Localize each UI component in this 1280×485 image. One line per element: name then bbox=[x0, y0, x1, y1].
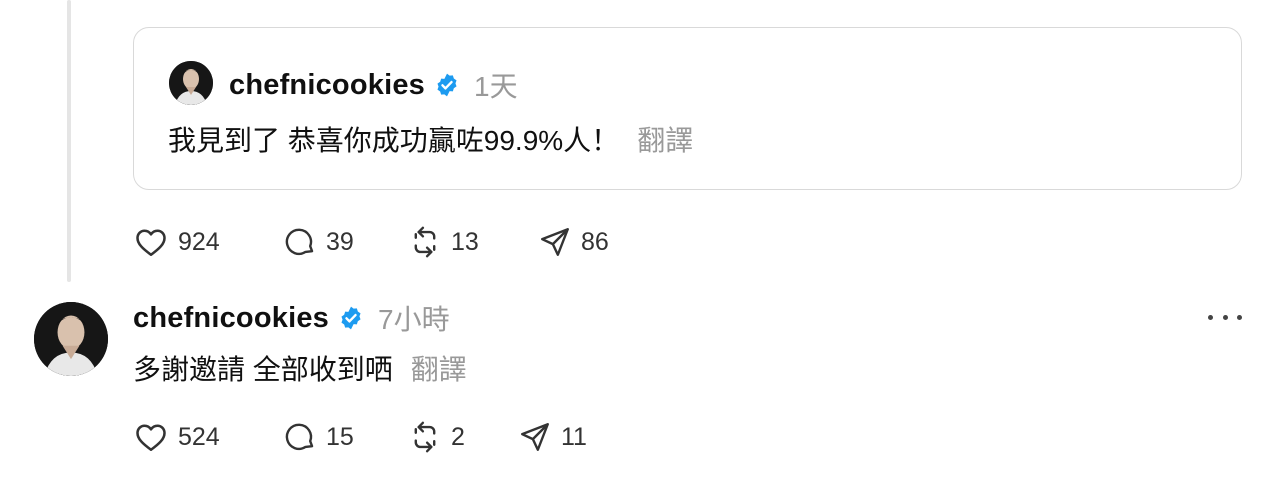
reply-actions: 524 15 2 11 bbox=[133, 419, 587, 455]
repost-count: 13 bbox=[451, 227, 479, 256]
reply-username[interactable]: chefnicookies bbox=[133, 302, 329, 335]
reply-avatar[interactable] bbox=[34, 302, 108, 376]
comment-button[interactable]: 39 bbox=[283, 225, 408, 259]
reply-text: 多謝邀請 全部收到哂 bbox=[133, 354, 393, 385]
quoted-post-avatar[interactable] bbox=[169, 61, 213, 105]
quoted-post-time[interactable]: 1天 bbox=[474, 65, 518, 105]
avatar-image bbox=[34, 302, 108, 376]
verified-badge-icon bbox=[434, 72, 460, 98]
heart-icon bbox=[133, 224, 169, 260]
thread-line bbox=[67, 0, 71, 282]
repost-icon bbox=[408, 225, 442, 259]
repost-button[interactable]: 2 bbox=[408, 420, 518, 454]
more-dot bbox=[1237, 314, 1242, 320]
send-icon bbox=[538, 225, 572, 259]
heart-icon bbox=[133, 419, 169, 455]
comment-button[interactable]: 15 bbox=[283, 420, 408, 454]
parent-post-actions: 924 39 13 86 bbox=[133, 224, 609, 260]
more-options-icon[interactable] bbox=[1208, 306, 1242, 328]
quoted-post-card[interactable]: chefnicookies 1天 我見到了 恭喜你成功贏咗99.9%人！ 翻譯 bbox=[133, 27, 1242, 190]
like-button[interactable]: 924 bbox=[133, 224, 283, 260]
quoted-post-text-row: 我見到了 恭喜你成功贏咗99.9%人！ 翻譯 bbox=[168, 119, 693, 159]
quoted-post-header: chefnicookies 1天 bbox=[229, 65, 518, 105]
repost-count: 2 bbox=[451, 422, 465, 451]
verified-badge-icon bbox=[338, 305, 364, 331]
reply-time[interactable]: 7小時 bbox=[378, 298, 450, 338]
like-count: 524 bbox=[178, 422, 220, 451]
comment-count: 39 bbox=[326, 227, 354, 256]
comment-count: 15 bbox=[326, 422, 354, 451]
reply-text-row: 多謝邀請 全部收到哂 翻譯 bbox=[133, 348, 467, 388]
quoted-post-translate-link[interactable]: 翻譯 bbox=[637, 125, 693, 156]
like-button[interactable]: 524 bbox=[133, 419, 283, 455]
repost-button[interactable]: 13 bbox=[408, 225, 538, 259]
more-dot bbox=[1208, 314, 1213, 320]
more-dot bbox=[1222, 314, 1228, 320]
share-count: 11 bbox=[561, 422, 587, 451]
like-count: 924 bbox=[178, 227, 220, 256]
repost-icon bbox=[408, 420, 442, 454]
send-icon bbox=[518, 420, 552, 454]
share-button[interactable]: 11 bbox=[518, 420, 587, 454]
avatar-image bbox=[169, 61, 213, 105]
comment-icon bbox=[283, 225, 317, 259]
share-count: 86 bbox=[581, 227, 609, 256]
reply-translate-link[interactable]: 翻譯 bbox=[411, 354, 467, 385]
quoted-post-username[interactable]: chefnicookies bbox=[229, 69, 425, 102]
comment-icon bbox=[283, 420, 317, 454]
share-button[interactable]: 86 bbox=[538, 225, 609, 259]
reply-header: chefnicookies 7小時 bbox=[133, 298, 450, 338]
quoted-post-text: 我見到了 恭喜你成功贏咗99.9%人！ bbox=[168, 125, 620, 156]
